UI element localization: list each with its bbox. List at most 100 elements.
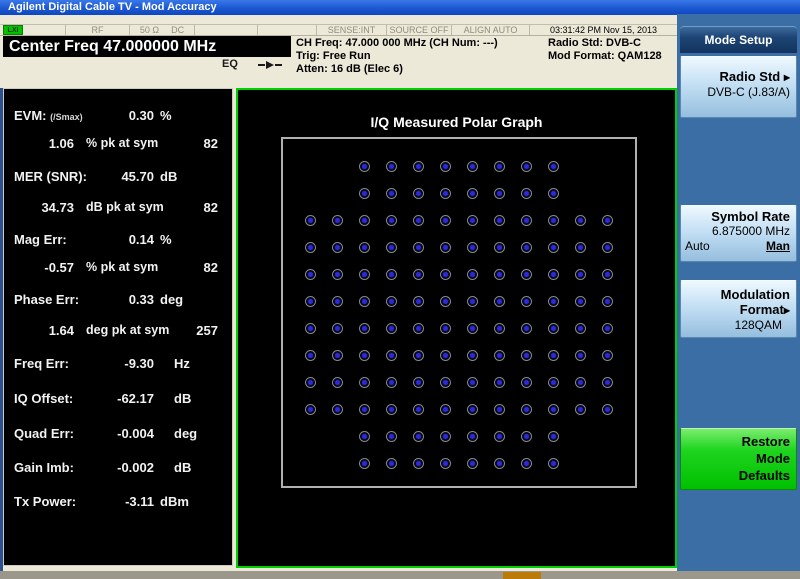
constellation-point	[494, 431, 505, 442]
constellation-point	[305, 215, 316, 226]
measurement-row-gainimb: Gain Imb: -0.002 dB	[4, 460, 232, 476]
measurement-row-evm: EVM: (/Smax) 0.30 %	[4, 108, 232, 124]
constellation-point	[386, 377, 397, 388]
menu-header: Mode Setup	[680, 26, 797, 53]
constellation-point	[440, 350, 451, 361]
restore-mode-defaults-button[interactable]: Restore Mode Defaults	[680, 428, 797, 490]
constellation-point	[548, 404, 559, 415]
window-title: Agilent Digital Cable TV - Mod Accuracy	[0, 0, 800, 15]
constellation-point	[305, 242, 316, 253]
constellation-point	[467, 323, 478, 334]
measurement-peak-magerr: -0.57 % pk at sym 82	[4, 260, 232, 276]
constellation-point	[575, 323, 586, 334]
constellation-point	[440, 404, 451, 415]
constellation-point	[332, 269, 343, 280]
modulation-label-line1: Modulation	[685, 287, 790, 302]
status-blank-1	[23, 25, 66, 35]
constellation-point	[386, 458, 397, 469]
constellation-point	[359, 215, 370, 226]
constellation-point	[305, 377, 316, 388]
constellation-point	[386, 188, 397, 199]
lxi-badge: LXI	[3, 25, 23, 35]
restore-line3: Defaults	[681, 467, 790, 484]
measurement-label: EVM:	[14, 108, 47, 123]
constellation-point	[386, 161, 397, 172]
constellation-point	[332, 296, 343, 307]
symbol-rate-button[interactable]: Symbol Rate 6.875000 MHz Auto Man	[680, 205, 797, 262]
constellation-point	[467, 188, 478, 199]
peak-symbol: 82	[184, 260, 218, 275]
peak-value: -0.57	[29, 260, 74, 275]
measurement-label: Tx Power:	[14, 494, 76, 509]
constellation-box	[281, 137, 637, 488]
constellation-point	[440, 242, 451, 253]
constellation-point	[467, 431, 478, 442]
constellation-point	[386, 242, 397, 253]
measurement-unit: deg	[160, 292, 183, 307]
peak-symbol: 257	[184, 323, 218, 338]
graph-title: I/Q Measured Polar Graph	[238, 114, 675, 130]
constellation-point	[332, 242, 343, 253]
measurement-row-txpower: Tx Power: -3.11 dBm	[4, 494, 232, 510]
constellation-point	[548, 269, 559, 280]
measurement-value: -0.004	[99, 426, 154, 441]
constellation-point	[359, 161, 370, 172]
measurement-value: -0.002	[99, 460, 154, 475]
constellation-point	[332, 350, 343, 361]
measurement-value: -9.30	[99, 356, 154, 371]
constellation-point	[467, 404, 478, 415]
constellation-point	[548, 350, 559, 361]
restore-line1: Restore	[681, 433, 790, 450]
symbol-rate-man-toggle[interactable]: Man	[766, 239, 790, 254]
constellation-point	[602, 296, 613, 307]
constellation-point	[521, 404, 532, 415]
peak-value: 1.64	[29, 323, 74, 338]
measurement-label: Gain Imb:	[14, 460, 74, 475]
measurement-value: 0.14	[99, 232, 154, 247]
peak-value: 34.73	[29, 200, 74, 215]
constellation-point	[494, 377, 505, 388]
constellation-point	[359, 431, 370, 442]
measurement-label: Quad Err:	[14, 426, 74, 441]
constellation-point	[386, 215, 397, 226]
peak-text: % pk at sym	[86, 260, 158, 274]
constellation-point	[305, 404, 316, 415]
polar-graph-area: I/Q Measured Polar Graph	[236, 88, 677, 568]
measurement-label: MER (SNR):	[14, 169, 87, 184]
constellation-point	[359, 458, 370, 469]
constellation-point	[602, 215, 613, 226]
constellation-point	[548, 188, 559, 199]
constellation-point	[413, 269, 424, 280]
status-rf: RF	[66, 25, 130, 35]
symbol-rate-auto-toggle[interactable]: Auto	[685, 239, 710, 254]
measurement-row-phaseerr: Phase Err: 0.33 deg	[4, 292, 232, 308]
measurement-unit: dB	[160, 169, 177, 184]
constellation-point	[386, 323, 397, 334]
peak-symbol: 82	[184, 136, 218, 151]
radio-std-button[interactable]: Radio Std ▶ DVB-C (J.83/A)	[680, 56, 797, 118]
measurement-unit: deg	[174, 426, 197, 441]
eq-flow-arrow-icon	[258, 61, 282, 69]
constellation-point	[440, 431, 451, 442]
constellation-point	[332, 215, 343, 226]
measurement-unit: Hz	[174, 356, 190, 371]
constellation-point	[332, 323, 343, 334]
constellation-point	[305, 323, 316, 334]
measurement-row-mer: MER (SNR): 45.70 dB	[4, 169, 232, 185]
constellation-point	[413, 188, 424, 199]
signal-info-right: Radio Std: DVB-C Mod Format: QAM128	[548, 37, 662, 63]
peak-text: dB pk at sym	[86, 200, 164, 214]
constellation-point	[386, 296, 397, 307]
symbol-rate-label: Symbol Rate	[685, 209, 790, 224]
constellation-point	[440, 188, 451, 199]
constellation-point	[440, 269, 451, 280]
constellation-point	[467, 296, 478, 307]
status-datetime: 03:31:42 PM Nov 15, 2013	[530, 25, 677, 35]
constellation-point	[467, 350, 478, 361]
status-bar: LXI RF 50 Ω DC SENSE:INT SOURCE OFF ALIG…	[0, 24, 677, 36]
softkey-sidebar: Mode Setup Radio Std ▶ DVB-C (J.83/A) Sy…	[677, 14, 800, 579]
modulation-label-line2: Format	[740, 302, 784, 317]
modulation-format-button[interactable]: Modulation Format▶ 128QAM	[680, 280, 797, 338]
constellation-point	[602, 377, 613, 388]
measurement-unit: %	[160, 232, 172, 247]
